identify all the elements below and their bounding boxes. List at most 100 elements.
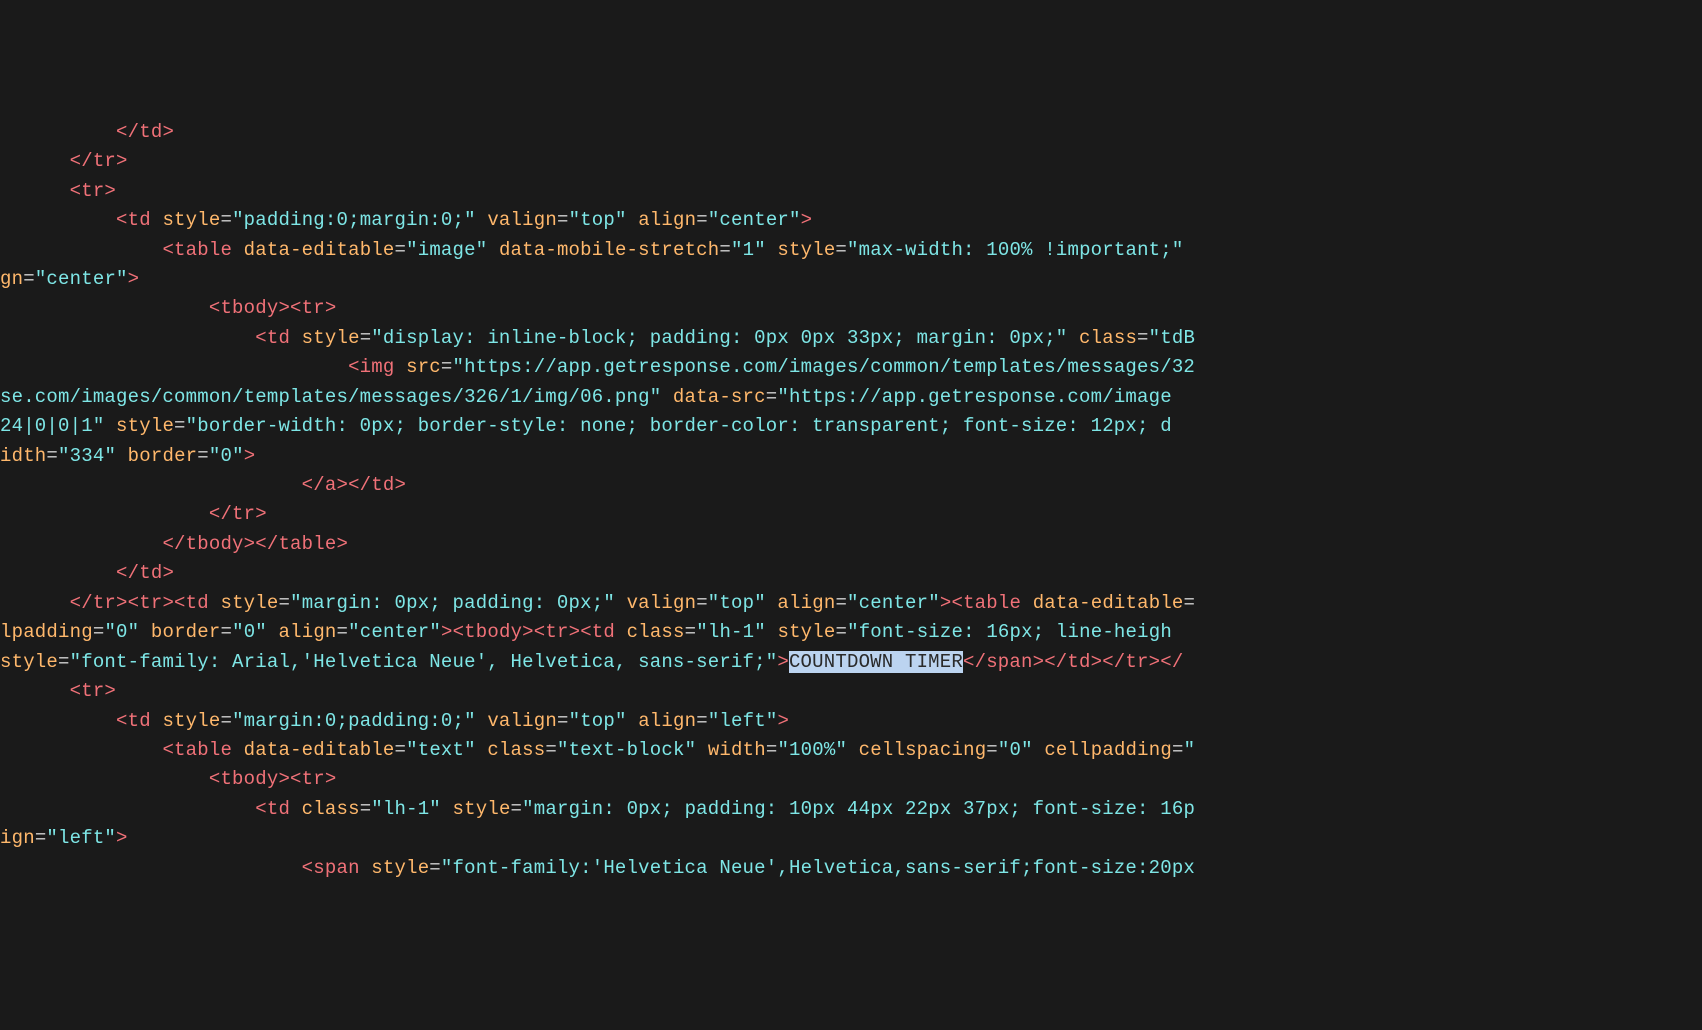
code-token-punc: =: [35, 827, 47, 849]
code-line[interactable]: </tbody></table>: [0, 530, 1702, 559]
code-token-attr: style: [162, 710, 220, 732]
code-token-attr: border: [128, 445, 198, 467]
code-indent: [0, 739, 162, 761]
code-line[interactable]: </tr><tr><td style="margin: 0px; padding…: [0, 589, 1702, 618]
code-indent: [661, 386, 673, 408]
code-indent: [290, 798, 302, 820]
code-line[interactable]: </td>: [0, 559, 1702, 588]
code-line[interactable]: </a></td>: [0, 471, 1702, 500]
code-token-str: "center": [708, 209, 801, 231]
code-indent: [0, 533, 162, 555]
code-token-tag: </tr><tr><td: [70, 592, 209, 614]
code-token-punc: =: [1137, 327, 1149, 349]
code-line[interactable]: <td style="padding:0;margin:0;" valign="…: [0, 206, 1702, 235]
code-token-tag: >: [116, 827, 128, 849]
code-indent: [476, 710, 488, 732]
code-line[interactable]: <td style="display: inline-block; paddin…: [0, 324, 1702, 353]
code-token-punc: =: [220, 209, 232, 231]
code-line[interactable]: <span style="font-family:'Helvetica Neue…: [0, 854, 1702, 883]
code-line[interactable]: </tr>: [0, 147, 1702, 176]
code-token-attr: data-editable: [1033, 592, 1184, 614]
selected-text[interactable]: COUNTDOWN TIMER: [789, 651, 963, 673]
code-line[interactable]: </tr>: [0, 500, 1702, 529]
code-line[interactable]: <table data-editable="text" class="text-…: [0, 736, 1702, 765]
code-token-punc: =: [835, 592, 847, 614]
code-indent: [1021, 592, 1033, 614]
code-token-str: "text": [406, 739, 476, 761]
code-token-str: 24|0|0|1": [0, 415, 104, 437]
code-token-tag: </td>: [116, 121, 174, 143]
code-indent: [487, 239, 499, 261]
code-token-attr: style: [116, 415, 174, 437]
code-token-punc: =: [337, 621, 349, 643]
code-line[interactable]: </td>: [0, 118, 1702, 147]
code-indent: [151, 710, 163, 732]
code-token-attr: width: [708, 739, 766, 761]
code-token-tag: </td>: [116, 562, 174, 584]
code-line[interactable]: style="font-family: Arial,'Helvetica Neu…: [0, 648, 1702, 677]
code-token-attr: class: [1079, 327, 1137, 349]
code-line[interactable]: ign="left">: [0, 824, 1702, 853]
code-token-tag: <td: [116, 710, 151, 732]
code-token-tag: <tr>: [70, 680, 116, 702]
code-token-attr: style: [371, 857, 429, 879]
code-indent: [232, 239, 244, 261]
code-line[interactable]: <tr>: [0, 177, 1702, 206]
code-line[interactable]: gn="center">: [0, 265, 1702, 294]
code-line[interactable]: <td style="margin:0;padding:0;" valign="…: [0, 707, 1702, 736]
code-line[interactable]: 24|0|0|1" style="border-width: 0px; bord…: [0, 412, 1702, 441]
code-token-attr: ign: [0, 827, 35, 849]
code-token-tag: >: [128, 268, 140, 290]
code-token-attr: style: [302, 327, 360, 349]
code-token-str: "tdB: [1149, 327, 1195, 349]
code-token-attr: class: [302, 798, 360, 820]
code-token-punc: =: [197, 445, 209, 467]
code-line[interactable]: <tr>: [0, 677, 1702, 706]
code-token-str: "font-family: Arial,'Helvetica Neue', He…: [70, 651, 778, 673]
code-token-attr: style: [777, 239, 835, 261]
code-token-attr: src: [406, 356, 441, 378]
code-token-punc: =: [685, 621, 697, 643]
code-token-tag: <span: [302, 857, 360, 879]
code-line[interactable]: se.com/images/common/templates/messages/…: [0, 383, 1702, 412]
code-token-punc: =: [360, 327, 372, 349]
code-indent: [1184, 239, 1196, 261]
code-line[interactable]: <td class="lh-1" style="margin: 0px; pad…: [0, 795, 1702, 824]
code-token-attr: gn: [0, 268, 23, 290]
code-token-str: "lh-1": [371, 798, 441, 820]
code-token-punc: =: [58, 651, 70, 673]
code-token-punc: =: [696, 710, 708, 732]
code-line[interactable]: lpadding="0" border="0" align="center"><…: [0, 618, 1702, 647]
code-indent: [151, 209, 163, 231]
code-line[interactable]: <tbody><tr>: [0, 294, 1702, 323]
code-token-tag: <tbody><tr>: [209, 297, 337, 319]
code-token-punc: =: [93, 621, 105, 643]
code-line[interactable]: <img src="https://app.getresponse.com/im…: [0, 353, 1702, 382]
code-token-tag: <td: [255, 798, 290, 820]
code-token-attr: data-mobile-stretch: [499, 239, 719, 261]
code-token-punc: =: [46, 445, 58, 467]
code-indent: [267, 621, 279, 643]
code-indent: [0, 562, 116, 584]
code-line[interactable]: <tbody><tr>: [0, 765, 1702, 794]
code-line[interactable]: <table data-editable="image" data-mobile…: [0, 236, 1702, 265]
code-token-punc: =: [220, 621, 232, 643]
code-token-tag: </tr>: [209, 503, 267, 525]
code-token-str: "0": [104, 621, 139, 643]
code-token-punc: =: [557, 209, 569, 231]
code-token-punc: =: [278, 592, 290, 614]
code-indent: [0, 239, 162, 261]
code-token-str: "lh-1": [696, 621, 766, 643]
code-indent: [476, 739, 488, 761]
code-token-punc: =: [545, 739, 557, 761]
code-token-attr: valign: [487, 209, 557, 231]
code-editor-viewport[interactable]: </td> </tr> <tr> <td style="padding:0;ma…: [0, 118, 1702, 883]
code-token-tag: >: [777, 651, 789, 673]
code-indent: [0, 327, 255, 349]
code-indent: [0, 798, 255, 820]
code-indent: [847, 739, 859, 761]
code-token-punc: =: [1184, 592, 1196, 614]
code-token-punc: =: [719, 239, 731, 261]
code-line[interactable]: idth="334" border="0">: [0, 442, 1702, 471]
code-token-str: "https://app.getresponse.com/image: [777, 386, 1171, 408]
